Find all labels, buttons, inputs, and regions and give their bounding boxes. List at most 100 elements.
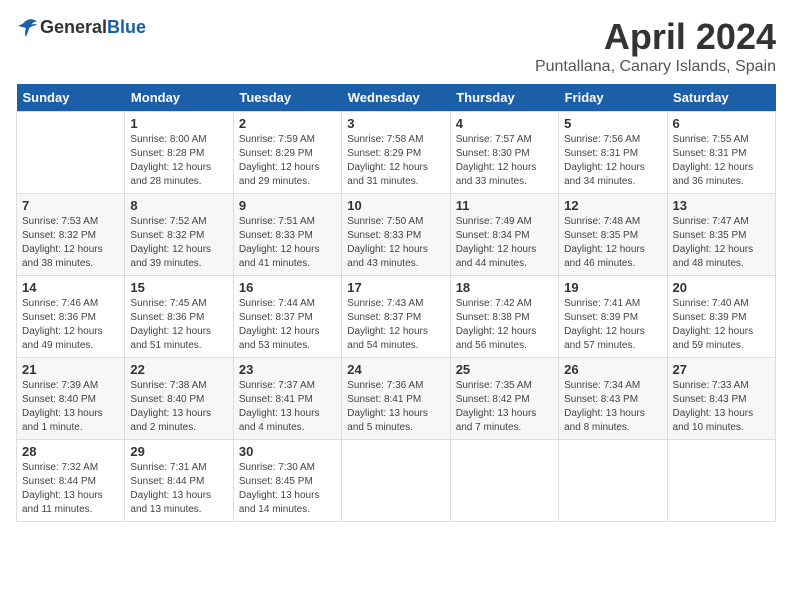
calendar-cell: 13 Sunrise: 7:47 AM Sunset: 8:35 PM Dayli… xyxy=(667,194,775,276)
day-number: 5 xyxy=(564,116,661,131)
calendar-cell: 22 Sunrise: 7:38 AM Sunset: 8:40 PM Dayli… xyxy=(125,358,233,440)
day-number: 12 xyxy=(564,198,661,213)
day-info: Sunrise: 7:32 AM Sunset: 8:44 PM Dayligh… xyxy=(22,461,119,517)
logo: GeneralBlue xyxy=(16,16,146,38)
day-info: Sunrise: 7:38 AM Sunset: 8:40 PM Dayligh… xyxy=(130,379,227,435)
day-number: 6 xyxy=(673,116,770,131)
day-info: Sunrise: 7:50 AM Sunset: 8:33 PM Dayligh… xyxy=(347,215,444,271)
day-info: Sunrise: 7:45 AM Sunset: 8:36 PM Dayligh… xyxy=(130,297,227,353)
calendar-cell: 2Sunrise: 7:59 AM Sunset: 8:29 PM Daylig… xyxy=(233,112,341,194)
title-area: April 2024 Puntallana, Canary Islands, S… xyxy=(535,16,776,76)
calendar-cell: 1Sunrise: 8:00 AM Sunset: 8:28 PM Daylig… xyxy=(125,112,233,194)
calendar-cell xyxy=(17,112,125,194)
day-info: Sunrise: 7:34 AM Sunset: 8:43 PM Dayligh… xyxy=(564,379,661,435)
day-number: 27 xyxy=(673,362,770,377)
day-number: 25 xyxy=(456,362,553,377)
weekday-header-tuesday: Tuesday xyxy=(233,84,341,112)
day-number: 18 xyxy=(456,280,553,295)
calendar-cell: 9Sunrise: 7:51 AM Sunset: 8:33 PM Daylig… xyxy=(233,194,341,276)
calendar-cell: 28 Sunrise: 7:32 AM Sunset: 8:44 PM Dayli… xyxy=(17,440,125,522)
day-info: Sunrise: 7:41 AM Sunset: 8:39 PM Dayligh… xyxy=(564,297,661,353)
day-number: 15 xyxy=(130,280,227,295)
calendar-cell: 7 Sunrise: 7:53 AM Sunset: 8:32 PM Daylig… xyxy=(17,194,125,276)
calendar-cell: 8Sunrise: 7:52 AM Sunset: 8:32 PM Daylig… xyxy=(125,194,233,276)
calendar-cell: 17 Sunrise: 7:43 AM Sunset: 8:37 PM Dayli… xyxy=(342,276,450,358)
calendar-cell: 15 Sunrise: 7:45 AM Sunset: 8:36 PM Dayli… xyxy=(125,276,233,358)
calendar-cell: 24Sunrise: 7:36 AM Sunset: 8:41 PM Dayli… xyxy=(342,358,450,440)
header: GeneralBlue April 2024 Puntallana, Canar… xyxy=(16,16,776,76)
day-number: 26 xyxy=(564,362,661,377)
calendar-cell: 27 Sunrise: 7:33 AM Sunset: 8:43 PM Dayli… xyxy=(667,358,775,440)
calendar-cell: 10 Sunrise: 7:50 AM Sunset: 8:33 PM Dayli… xyxy=(342,194,450,276)
calendar-week-row: 28 Sunrise: 7:32 AM Sunset: 8:44 PM Dayli… xyxy=(17,440,776,522)
day-number: 17 xyxy=(347,280,444,295)
day-number: 4 xyxy=(456,116,553,131)
calendar-cell: 5 Sunrise: 7:56 AM Sunset: 8:31 PM Daylig… xyxy=(559,112,667,194)
calendar-cell: 23Sunrise: 7:37 AM Sunset: 8:41 PM Dayli… xyxy=(233,358,341,440)
calendar-table: SundayMondayTuesdayWednesdayThursdayFrid… xyxy=(16,84,776,522)
calendar-cell xyxy=(667,440,775,522)
day-number: 23 xyxy=(239,362,336,377)
day-number: 3 xyxy=(347,116,444,131)
day-number: 29 xyxy=(130,444,227,459)
calendar-cell xyxy=(450,440,558,522)
day-number: 9 xyxy=(239,198,336,213)
calendar-cell: 14Sunrise: 7:46 AM Sunset: 8:36 PM Dayli… xyxy=(17,276,125,358)
logo-bird-icon xyxy=(16,16,38,38)
day-number: 1 xyxy=(130,116,227,131)
calendar-cell xyxy=(559,440,667,522)
day-info: Sunrise: 7:46 AM Sunset: 8:36 PM Dayligh… xyxy=(22,297,119,353)
weekday-header-monday: Monday xyxy=(125,84,233,112)
day-info: Sunrise: 7:58 AM Sunset: 8:29 PM Dayligh… xyxy=(347,133,444,189)
calendar-cell: 30Sunrise: 7:30 AM Sunset: 8:45 PM Dayli… xyxy=(233,440,341,522)
day-info: Sunrise: 7:52 AM Sunset: 8:32 PM Dayligh… xyxy=(130,215,227,271)
day-info: Sunrise: 7:43 AM Sunset: 8:37 PM Dayligh… xyxy=(347,297,444,353)
day-number: 20 xyxy=(673,280,770,295)
day-number: 7 xyxy=(22,198,119,213)
calendar-week-row: 14Sunrise: 7:46 AM Sunset: 8:36 PM Dayli… xyxy=(17,276,776,358)
weekday-header-thursday: Thursday xyxy=(450,84,558,112)
day-number: 11 xyxy=(456,198,553,213)
month-title: April 2024 xyxy=(535,16,776,58)
day-info: Sunrise: 7:47 AM Sunset: 8:35 PM Dayligh… xyxy=(673,215,770,271)
logo-blue-text: Blue xyxy=(107,17,146,37)
day-number: 28 xyxy=(22,444,119,459)
day-info: Sunrise: 7:55 AM Sunset: 8:31 PM Dayligh… xyxy=(673,133,770,189)
calendar-cell: 3 Sunrise: 7:58 AM Sunset: 8:29 PM Daylig… xyxy=(342,112,450,194)
day-info: Sunrise: 7:33 AM Sunset: 8:43 PM Dayligh… xyxy=(673,379,770,435)
day-info: Sunrise: 7:42 AM Sunset: 8:38 PM Dayligh… xyxy=(456,297,553,353)
weekday-header-saturday: Saturday xyxy=(667,84,775,112)
calendar-cell: 12 Sunrise: 7:48 AM Sunset: 8:35 PM Dayli… xyxy=(559,194,667,276)
calendar-cell: 26 Sunrise: 7:34 AM Sunset: 8:43 PM Dayli… xyxy=(559,358,667,440)
day-number: 10 xyxy=(347,198,444,213)
calendar-cell: 11Sunrise: 7:49 AM Sunset: 8:34 PM Dayli… xyxy=(450,194,558,276)
calendar-cell: 18 Sunrise: 7:42 AM Sunset: 8:38 PM Dayli… xyxy=(450,276,558,358)
day-info: Sunrise: 7:56 AM Sunset: 8:31 PM Dayligh… xyxy=(564,133,661,189)
day-number: 19 xyxy=(564,280,661,295)
day-info: Sunrise: 7:30 AM Sunset: 8:45 PM Dayligh… xyxy=(239,461,336,517)
day-number: 21 xyxy=(22,362,119,377)
day-number: 2 xyxy=(239,116,336,131)
calendar-cell: 25 Sunrise: 7:35 AM Sunset: 8:42 PM Dayli… xyxy=(450,358,558,440)
day-info: Sunrise: 7:48 AM Sunset: 8:35 PM Dayligh… xyxy=(564,215,661,271)
day-info: Sunrise: 7:53 AM Sunset: 8:32 PM Dayligh… xyxy=(22,215,119,271)
calendar-cell: 16 Sunrise: 7:44 AM Sunset: 8:37 PM Dayli… xyxy=(233,276,341,358)
day-number: 16 xyxy=(239,280,336,295)
calendar-cell: 29 Sunrise: 7:31 AM Sunset: 8:44 PM Dayli… xyxy=(125,440,233,522)
day-info: Sunrise: 7:35 AM Sunset: 8:42 PM Dayligh… xyxy=(456,379,553,435)
weekday-header-friday: Friday xyxy=(559,84,667,112)
day-info: Sunrise: 7:57 AM Sunset: 8:30 PM Dayligh… xyxy=(456,133,553,189)
day-info: Sunrise: 7:31 AM Sunset: 8:44 PM Dayligh… xyxy=(130,461,227,517)
calendar-cell: 19 Sunrise: 7:41 AM Sunset: 8:39 PM Dayli… xyxy=(559,276,667,358)
logo-general-text: General xyxy=(40,17,107,37)
day-info: Sunrise: 7:39 AM Sunset: 8:40 PM Dayligh… xyxy=(22,379,119,435)
calendar-cell: 4 Sunrise: 7:57 AM Sunset: 8:30 PM Daylig… xyxy=(450,112,558,194)
day-info: Sunrise: 7:40 AM Sunset: 8:39 PM Dayligh… xyxy=(673,297,770,353)
day-number: 22 xyxy=(130,362,227,377)
day-number: 13 xyxy=(673,198,770,213)
day-number: 24 xyxy=(347,362,444,377)
day-info: Sunrise: 7:44 AM Sunset: 8:37 PM Dayligh… xyxy=(239,297,336,353)
calendar-week-row: 21 Sunrise: 7:39 AM Sunset: 8:40 PM Dayli… xyxy=(17,358,776,440)
weekday-header-wednesday: Wednesday xyxy=(342,84,450,112)
calendar-week-row: 7 Sunrise: 7:53 AM Sunset: 8:32 PM Daylig… xyxy=(17,194,776,276)
